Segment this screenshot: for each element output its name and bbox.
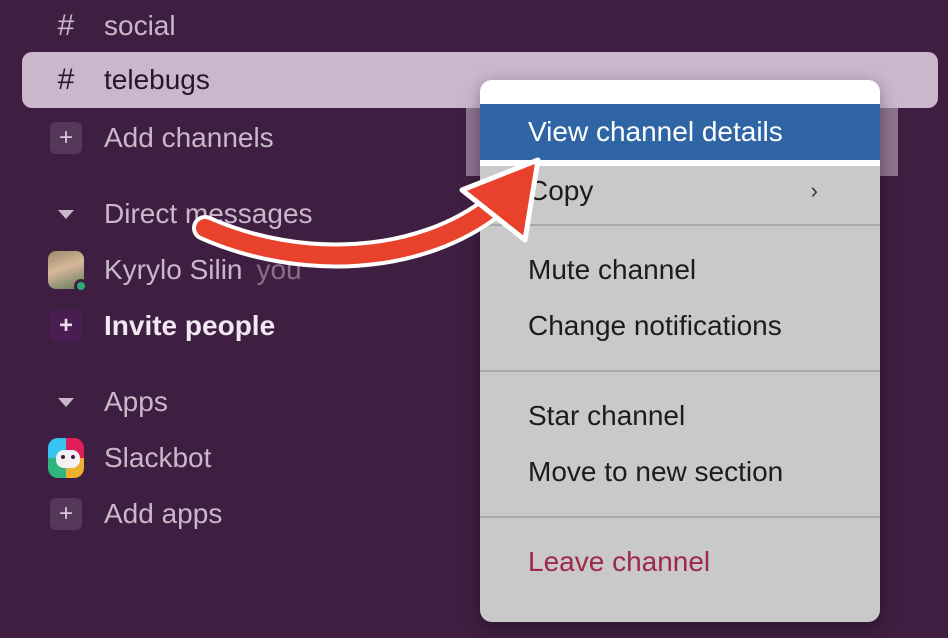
channel-label: social — [104, 10, 176, 41]
star-channel-item[interactable]: Star channel — [480, 388, 880, 444]
you-label: you — [256, 254, 302, 285]
invite-people-label: Invite people — [104, 310, 276, 341]
plus-icon: + — [50, 310, 82, 342]
menu-item-label: Change notifications — [528, 310, 782, 341]
mute-channel-item[interactable]: Mute channel — [480, 242, 880, 298]
user-name: Kyrylo Silin — [104, 254, 243, 285]
direct-messages-label: Direct messages — [104, 198, 313, 229]
hash-icon: # — [57, 63, 75, 96]
leave-channel-item[interactable]: Leave channel — [480, 534, 880, 590]
menu-item-label: Copy — [528, 175, 594, 206]
sidebar-item-social[interactable]: # social — [22, 0, 938, 54]
channel-label: telebugs — [104, 64, 210, 95]
chevron-right-icon: › — [810, 178, 818, 203]
plus-icon: + — [50, 122, 82, 154]
caret-down-icon — [58, 397, 74, 407]
hash-icon: # — [57, 9, 75, 42]
caret-down-icon — [58, 209, 74, 219]
change-notifications-item[interactable]: Change notifications — [480, 298, 880, 354]
menu-item-label: View channel details — [528, 116, 783, 147]
add-apps-label: Add apps — [104, 498, 223, 529]
slackbot-icon — [48, 438, 84, 478]
menu-item-label: Mute channel — [528, 254, 697, 285]
menu-item-label: Move to new section — [528, 456, 784, 487]
avatar — [48, 251, 88, 293]
menu-item-label: Star channel — [528, 400, 686, 431]
channel-context-menu: View channel details Copy › Mute channel… — [480, 80, 880, 622]
copy-item[interactable]: Copy › — [480, 166, 880, 216]
plus-icon: + — [50, 498, 82, 530]
apps-label: Apps — [104, 386, 168, 417]
view-channel-details-item[interactable]: View channel details — [480, 104, 880, 160]
slackbot-label: Slackbot — [104, 442, 212, 473]
move-to-new-section-item[interactable]: Move to new section — [480, 444, 880, 500]
presence-icon — [74, 279, 88, 293]
add-channels-label: Add channels — [104, 122, 274, 153]
menu-item-label: Leave channel — [528, 546, 711, 577]
